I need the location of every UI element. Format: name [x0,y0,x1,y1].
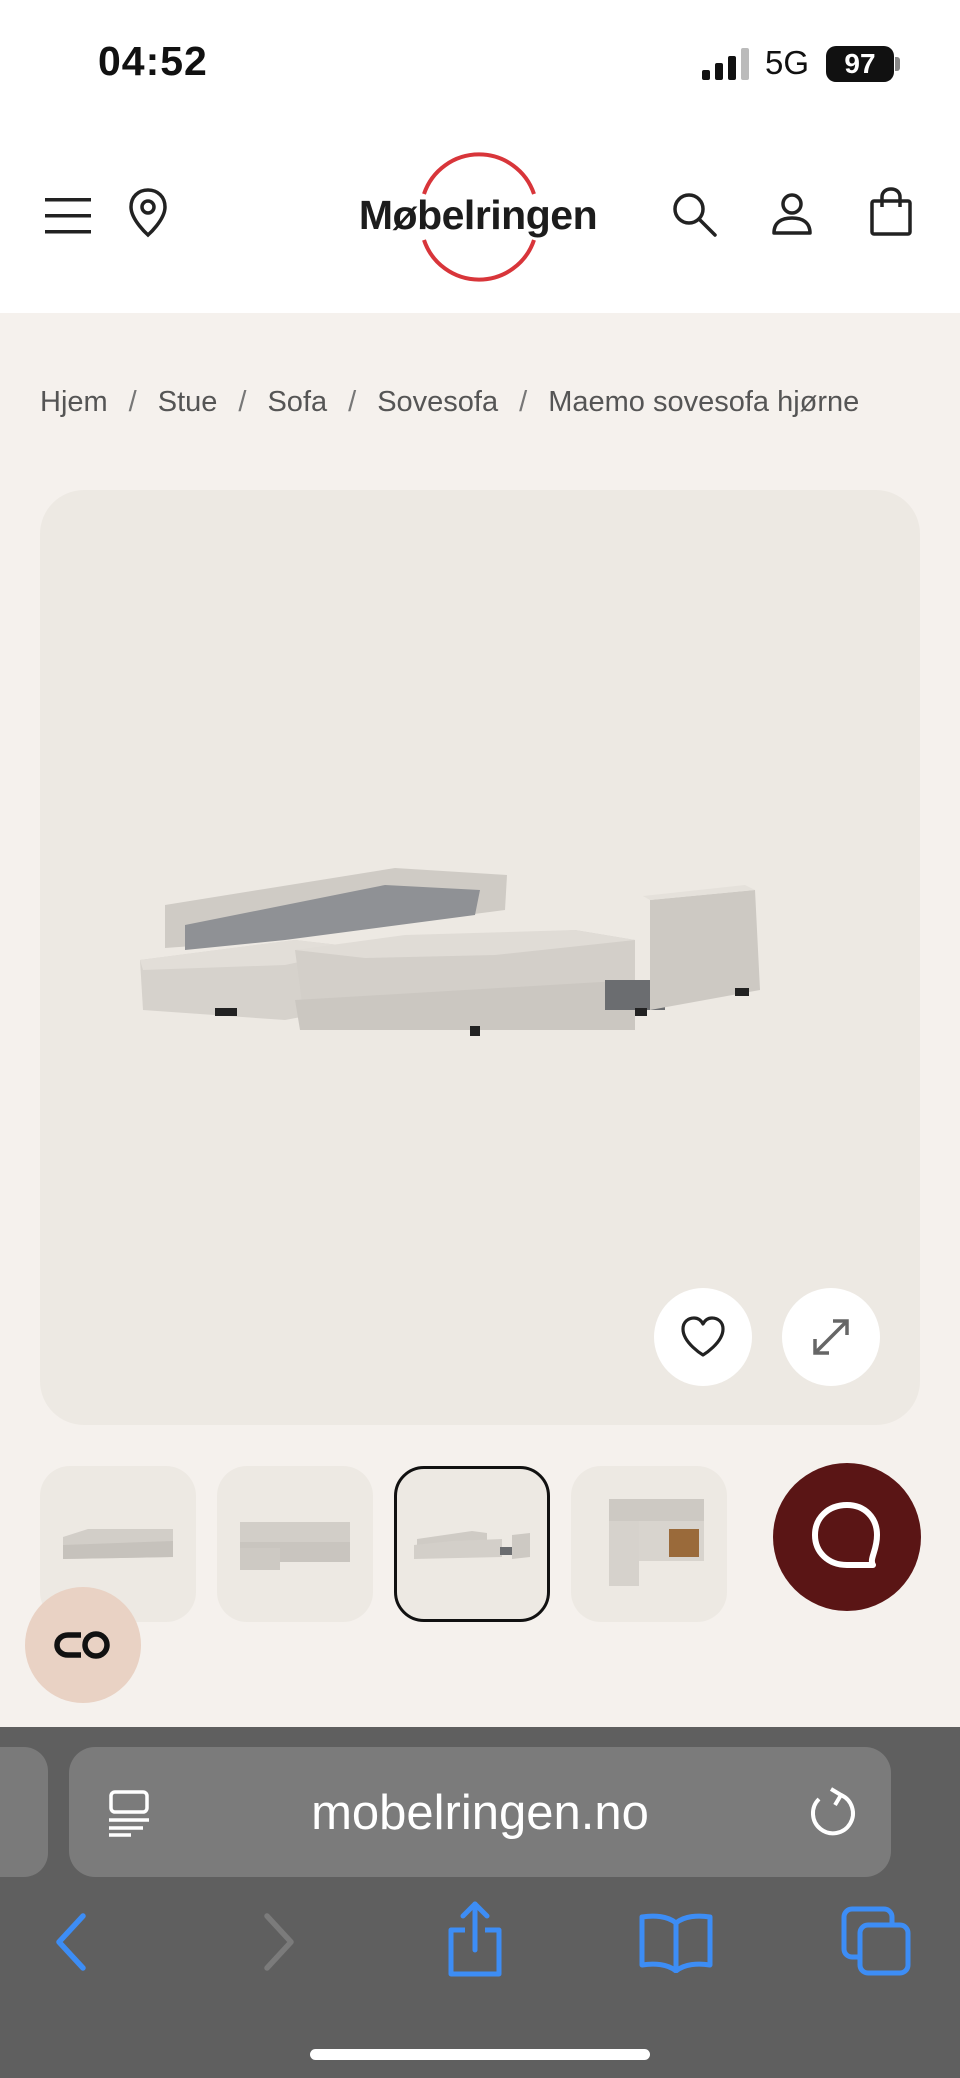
brand-logo[interactable]: Møbelringen [352,152,604,282]
cart-button[interactable] [863,184,919,240]
thumbnail-4[interactable] [571,1466,727,1622]
chevron-right-icon [264,1913,294,1971]
browser-toolbar: mobelringen.no [0,1727,960,2078]
thumbnail-sofa-image [63,1529,173,1559]
network-type: 5G [765,44,810,81]
url-text: mobelringen.no [311,1786,649,1840]
logo-text: Møbelringen [358,192,598,238]
chat-button[interactable] [773,1463,921,1611]
shopping-bag-icon [870,187,912,236]
thumbnail-2[interactable] [217,1466,373,1622]
status-bar: 04:52 5G 97 [0,0,960,130]
breadcrumb-separator: / [519,386,528,418]
product-image-gallery[interactable] [40,490,920,1425]
breadcrumb-item-sofa[interactable]: Sofa [267,386,327,419]
breadcrumb-separator: / [238,386,247,418]
site-header: Møbelringen [0,130,960,313]
back-button[interactable] [46,1907,96,1977]
heart-icon [681,1316,725,1357]
search-button[interactable] [666,186,722,242]
co-logo-icon [54,1631,110,1659]
breadcrumb-separator: / [128,386,137,418]
search-icon [673,193,717,237]
tabs-button[interactable] [838,1903,914,1979]
reload-button[interactable] [805,1785,861,1841]
breadcrumb-item-sovesofa[interactable]: Sovesofa [377,386,498,419]
home-indicator [310,2049,650,2060]
hamburger-icon [45,198,91,234]
breadcrumb: Hjem / Stue / Sofa / Sovesofa / Maemo so… [40,386,859,419]
breadcrumb-item-home[interactable]: Hjem [40,386,108,419]
thumbnail-3[interactable] [394,1466,550,1622]
signal-icon [702,48,749,80]
book-icon [639,1913,713,1973]
share-icon [448,1901,502,1977]
user-icon [772,193,812,235]
forward-button[interactable] [254,1907,304,1977]
breadcrumb-item-current: Maemo sovesofa hjørne [548,386,860,418]
address-bar[interactable]: mobelringen.no [69,1747,891,1877]
favorite-button[interactable] [654,1288,752,1386]
breadcrumb-item-stue[interactable]: Stue [158,386,218,419]
battery-cap [895,57,900,71]
previous-tab-peek[interactable] [0,1747,48,1877]
chevron-left-icon [56,1913,86,1971]
share-button[interactable] [442,1899,508,1979]
battery-icon: 97 [826,46,894,82]
location-pin-icon [129,188,167,238]
product-image-sofa [140,868,760,1036]
chat-bubble-icon [812,1502,880,1568]
menu-button[interactable] [40,188,96,244]
breadcrumb-separator: / [348,386,357,418]
expand-icon [813,1319,849,1355]
account-button[interactable] [764,186,820,242]
thumbnail-sofa-image [414,1531,530,1559]
reload-icon [811,1787,855,1836]
co-widget-button[interactable] [25,1587,141,1703]
thumbnail-sofa-image [609,1499,704,1586]
tabs-icon [841,1906,911,1976]
thumbnail-sofa-image [240,1522,350,1570]
status-time: 04:52 [98,38,208,84]
fullscreen-button[interactable] [782,1288,880,1386]
store-locator-button[interactable] [120,185,176,241]
bookmarks-button[interactable] [636,1907,716,1977]
